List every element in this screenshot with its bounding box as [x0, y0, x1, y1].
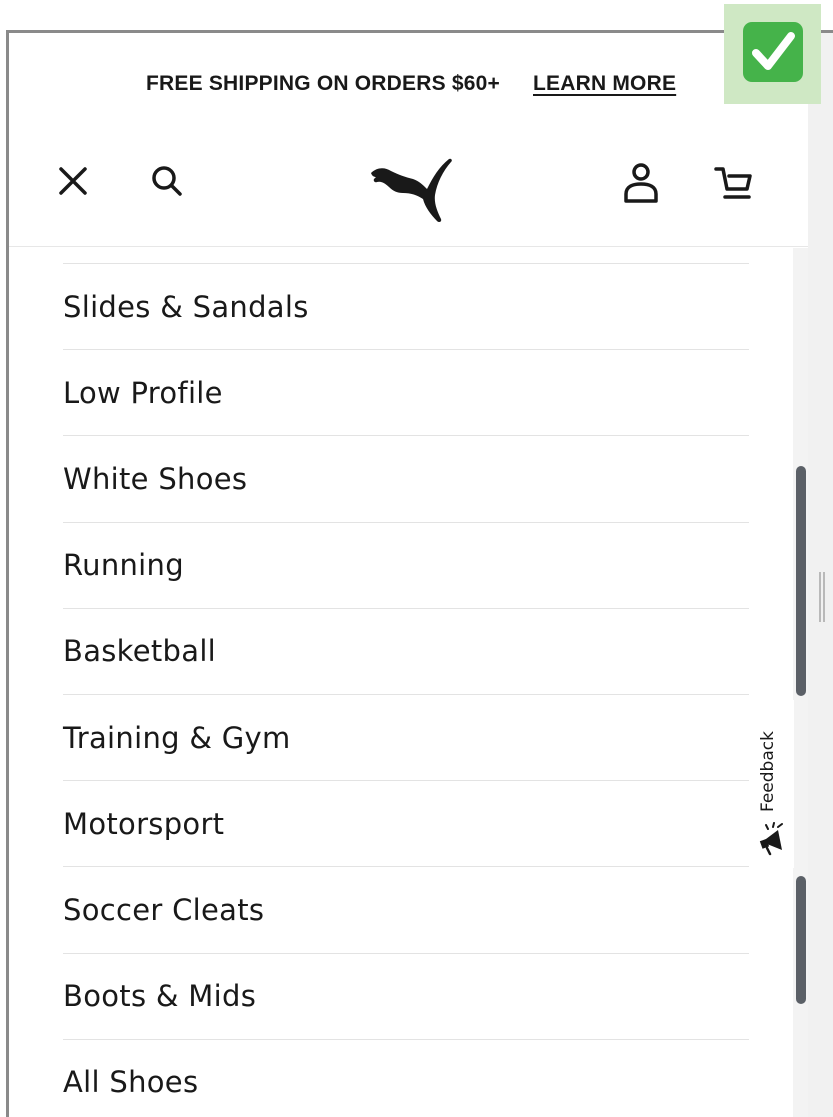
cart-icon [714, 167, 752, 199]
account-icon [624, 163, 658, 203]
megaphone-icon [759, 822, 783, 856]
menu-item-label: Training & Gym [63, 720, 291, 755]
menu-item-motorsport[interactable]: Motorsport [63, 781, 749, 868]
scrollbar-thumb[interactable] [796, 466, 806, 696]
close-menu-button[interactable] [55, 163, 91, 199]
search-button[interactable] [149, 163, 185, 199]
site-header [9, 133, 808, 247]
check-mark-icon [743, 22, 803, 82]
menu-item-training-gym[interactable]: Training & Gym [63, 695, 749, 782]
puma-cat-icon [371, 158, 452, 223]
puma-logo[interactable] [367, 155, 457, 225]
menu-item-soccer-cleats[interactable]: Soccer Cleats [63, 867, 749, 954]
menu-item-label: Low Profile [63, 375, 223, 410]
menu-item-label: Running [63, 548, 184, 583]
menu-item-all-shoes[interactable]: All Shoes [63, 1040, 749, 1117]
check-badge [724, 4, 821, 104]
feedback-label: Feedback [758, 731, 778, 812]
menu-item-label: Soccer Cleats [63, 892, 265, 927]
menu-item-slides-sandals[interactable]: Slides & Sandals [63, 264, 749, 351]
menu-item-label: White Shoes [63, 461, 248, 496]
menu-list: Slides & Sandals Low Profile White Shoes… [63, 264, 749, 1117]
menu-item-label: Motorsport [63, 806, 225, 841]
menu-item-label: Basketball [63, 634, 217, 669]
menu-item-low-profile[interactable]: Low Profile [63, 350, 749, 437]
menu-panel: Slides & Sandals Low Profile White Shoes… [9, 248, 808, 1117]
promo-text: FREE SHIPPING ON ORDERS $60+ [146, 72, 500, 95]
search-icon [152, 166, 182, 196]
menu-item-label: Boots & Mids [63, 979, 257, 1014]
menu-item-boots-mids[interactable]: Boots & Mids [63, 954, 749, 1040]
menu-item-white-shoes[interactable]: White Shoes [63, 436, 749, 523]
menu-item-basketball[interactable]: Basketball [63, 609, 749, 695]
menu-item-running[interactable]: Running [63, 523, 749, 609]
learn-more-link[interactable]: LEARN MORE [533, 72, 676, 96]
feedback-tab[interactable]: Feedback [752, 700, 794, 868]
close-icon [59, 167, 87, 195]
resize-handle[interactable] [819, 572, 825, 622]
menu-item-label: All Shoes [63, 1065, 199, 1100]
scrollbar-thumb-lower[interactable] [796, 876, 806, 1004]
menu-item-label: Slides & Sandals [63, 289, 309, 324]
cart-button[interactable] [713, 163, 755, 203]
account-button[interactable] [621, 161, 661, 205]
